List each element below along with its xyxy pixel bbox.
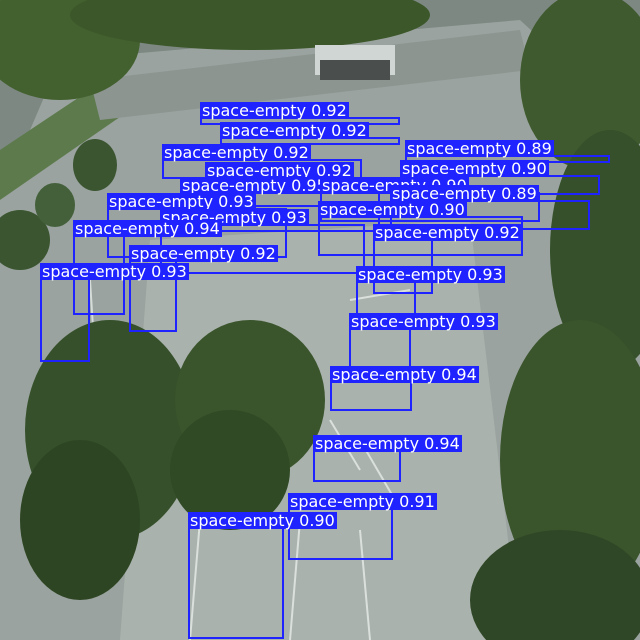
detection-box: space-empty 0.90 — [188, 512, 337, 639]
detection-label: space-empty 0.92 — [220, 121, 369, 140]
detection-label: space-empty 0.92 — [129, 244, 278, 263]
detection-label: space-empty 0.93 — [356, 265, 505, 284]
detection-label: space-empty 0.93 — [349, 312, 498, 331]
detection-label: space-empty 0.92 — [162, 143, 311, 162]
detection-label: space-empty 0.90 — [400, 159, 549, 178]
detection-label: space-empty 0.90 — [188, 511, 337, 530]
detection-label: space-empty 0.94 — [330, 365, 479, 384]
detection-label: space-empty 0.89 — [405, 139, 554, 158]
shelter-body — [320, 60, 390, 80]
detection-box: space-empty 0.94 — [313, 435, 462, 482]
detection-label: space-empty 0.91 — [288, 492, 437, 511]
detection-label: space-empty 0.94 — [73, 219, 222, 238]
detection-box: space-empty 0.94 — [330, 366, 479, 411]
detection-label: space-empty 0.94 — [313, 434, 462, 453]
detection-box: space-empty 0.93 — [40, 263, 189, 362]
detection-label: space-empty 0.92 — [373, 223, 522, 242]
detection-label: space-empty 0.93 — [40, 262, 189, 281]
detection-label: space-empty 0.90 — [318, 200, 467, 219]
aerial-parking-lot-photo: space-empty 0.92 space-empty 0.92 space-… — [0, 0, 640, 640]
detection-label: space-empty 0.92 — [200, 101, 349, 120]
